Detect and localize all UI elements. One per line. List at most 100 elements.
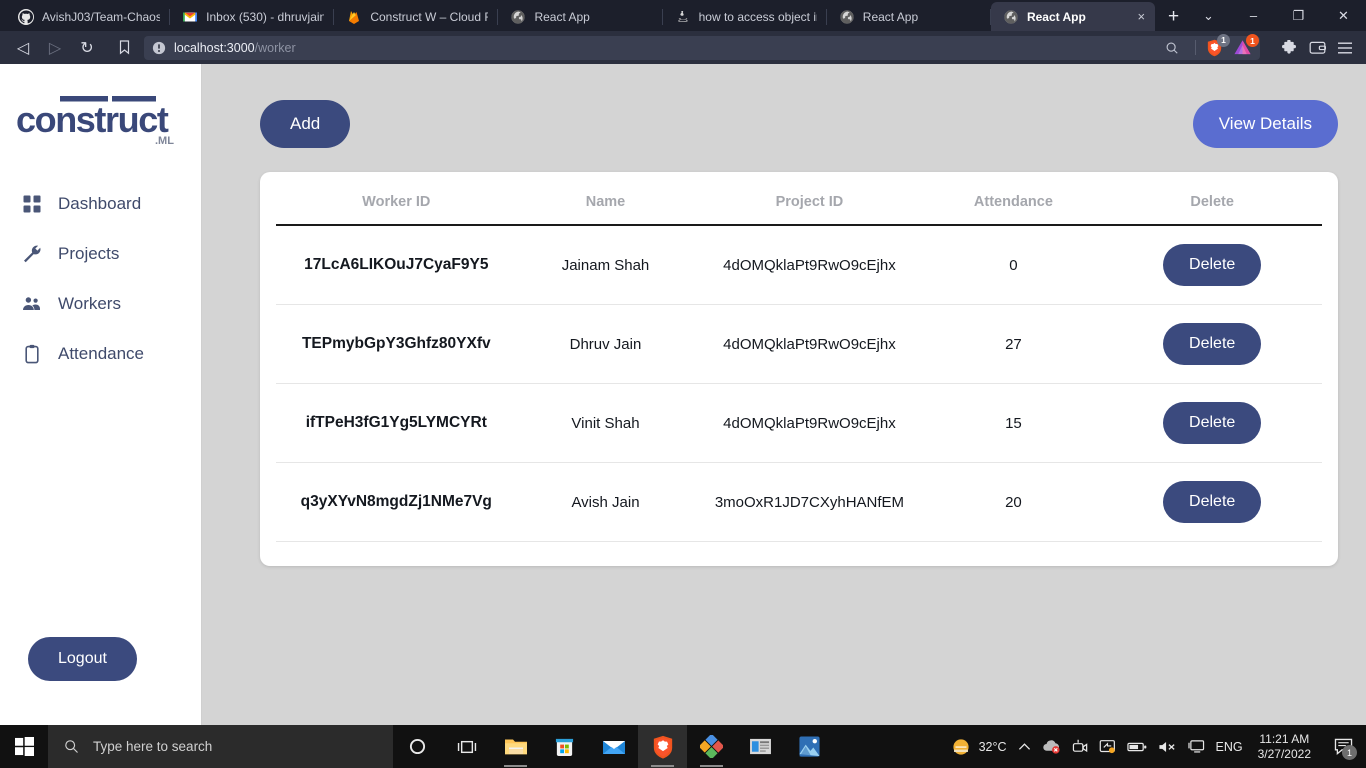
tab-search-icon[interactable]: ⌄ xyxy=(1186,0,1231,31)
table-head: Worker ID Name Project ID Attendance Del… xyxy=(276,172,1322,225)
delete-button[interactable]: Delete xyxy=(1163,323,1262,365)
sidebar-item-label: Dashboard xyxy=(58,194,142,213)
monitor-icon xyxy=(1187,740,1204,753)
svg-text:construct: construct xyxy=(16,99,169,140)
globe-icon xyxy=(840,9,854,24)
news-widget-icon xyxy=(750,738,771,755)
language-indicator[interactable]: ENG xyxy=(1216,740,1243,754)
battery-icon xyxy=(1126,742,1146,751)
shield-badge-count: 1 xyxy=(1217,33,1230,47)
logout-container: Logout xyxy=(0,637,201,725)
firebase-icon xyxy=(349,10,360,24)
camera-privacy-icon[interactable] xyxy=(1072,739,1088,754)
windows-taskbar: Type here to search 32°C ENG 11:21 AM 3/… xyxy=(0,725,1366,768)
cell-project-id: 4dOMQklaPt9RwO9cEjhx xyxy=(694,304,925,384)
sidebar-item-workers[interactable]: Workers xyxy=(0,290,201,318)
file-explorer-icon xyxy=(504,739,527,755)
table-body: 17LcA6LIKOuJ7CyaF9Y5 Jainam Shah 4dOMQkl… xyxy=(276,225,1322,542)
column-header-delete: Delete xyxy=(1190,194,1234,210)
browser-tab-2[interactable]: Construct W – Cloud Fi xyxy=(334,2,499,31)
forward-icon[interactable]: ▷ xyxy=(40,35,70,61)
sidebar-item-dashboard[interactable]: Dashboard xyxy=(0,190,201,218)
delete-button[interactable]: Delete xyxy=(1163,244,1262,286)
maximize-icon[interactable]: ❐ xyxy=(1276,0,1321,31)
minimize-icon[interactable]: – xyxy=(1231,0,1276,31)
weather-widget[interactable]: 32°C xyxy=(951,737,1007,757)
menu-hamburger-icon[interactable] xyxy=(1332,35,1358,61)
cloud-error-icon xyxy=(1042,740,1060,754)
logout-button[interactable]: Logout xyxy=(28,637,137,681)
news-widget-button[interactable] xyxy=(736,725,785,768)
mail-button[interactable] xyxy=(589,725,638,768)
globe-icon xyxy=(1004,9,1018,24)
windows-start-icon xyxy=(14,737,34,756)
taskbar-clock[interactable]: 11:21 AM 3/27/2022 xyxy=(1254,732,1315,762)
java-icon xyxy=(677,10,688,22)
browser-tab-1[interactable]: Inbox (530) - dhruvjain xyxy=(170,2,335,31)
browser-tab-3[interactable]: React App xyxy=(498,2,663,31)
cortana-button[interactable] xyxy=(393,725,442,768)
browser-window: AvishJ03/Team-Chaos Inbox (530) - dhruvj… xyxy=(0,0,1366,768)
task-view-icon xyxy=(457,740,476,753)
browser-tab-4[interactable]: how to access object in xyxy=(663,2,827,31)
svg-text:.ML: .ML xyxy=(155,135,174,147)
brave-shields-button[interactable]: 1 xyxy=(1206,33,1230,57)
microsoft-store-button[interactable] xyxy=(540,725,589,768)
address-bar-actions: 1 1 xyxy=(1159,33,1259,61)
cell-delete: Delete xyxy=(1102,304,1322,384)
brave-rewards-button[interactable]: 1 xyxy=(1233,34,1259,56)
browser-tab-5[interactable]: React App xyxy=(827,2,992,31)
search-icon xyxy=(65,740,78,753)
new-tab-button[interactable]: + xyxy=(1161,3,1186,31)
onedrive-status-icon[interactable] xyxy=(1042,739,1061,754)
cell-worker-id: TEPmybGpY3Ghfz80YXfv xyxy=(276,304,517,384)
bookmark-icon[interactable] xyxy=(110,35,138,61)
extensions-puzzle-icon[interactable] xyxy=(1276,35,1302,61)
app-sidebar: construct .ML Dashboard Projects Workers xyxy=(0,64,202,725)
speaker-muted-icon xyxy=(1158,741,1175,752)
sidebar-item-projects[interactable]: Projects xyxy=(0,240,201,268)
browser-tab-6-active[interactable]: React App × xyxy=(990,2,1156,31)
search-icon[interactable] xyxy=(1159,35,1185,61)
vscode-button[interactable] xyxy=(687,725,736,768)
sidebar-item-attendance[interactable]: Attendance xyxy=(0,340,201,368)
show-hidden-icons-button[interactable] xyxy=(1018,742,1031,752)
browser-tab-0[interactable]: AvishJ03/Team-Chaos xyxy=(6,2,171,31)
cell-attendance: 15 xyxy=(924,383,1103,463)
grid-icon xyxy=(23,195,41,213)
close-window-icon[interactable]: ✕ xyxy=(1321,0,1366,31)
brave-browser-button[interactable] xyxy=(638,725,687,768)
taskbar-search[interactable]: Type here to search xyxy=(48,725,393,768)
gmail-icon xyxy=(183,12,198,21)
address-bar[interactable]: localhost:3000/worker 1 1 xyxy=(144,33,1260,61)
volume-icon[interactable] xyxy=(1158,740,1177,754)
clipboard-icon xyxy=(25,344,39,364)
battery-icon[interactable] xyxy=(1126,741,1147,753)
network-display-icon[interactable] xyxy=(1187,739,1205,754)
notification-center-button[interactable]: 1 xyxy=(1326,725,1360,768)
wallet-icon[interactable] xyxy=(1304,35,1330,61)
info-warning-icon[interactable] xyxy=(152,41,166,55)
column-header-project-id: Project ID xyxy=(775,194,844,210)
photos-icon xyxy=(799,736,820,757)
weather-sun-icon xyxy=(952,738,969,755)
file-explorer-button[interactable] xyxy=(491,725,540,768)
sidebar-nav: Dashboard Projects Workers Attendance xyxy=(0,190,201,368)
people-icon xyxy=(23,297,40,310)
task-view-button[interactable] xyxy=(442,725,491,768)
start-button[interactable] xyxy=(0,725,48,768)
camera-icon xyxy=(1072,739,1087,753)
delete-button[interactable]: Delete xyxy=(1163,402,1262,444)
tab-title: React App xyxy=(1026,9,1086,24)
delete-button[interactable]: Delete xyxy=(1163,481,1262,523)
add-button[interactable]: Add xyxy=(260,100,351,148)
display-settings-icon[interactable] xyxy=(1099,739,1116,754)
clock-time: 11:21 AM xyxy=(1259,731,1310,746)
action-bar: Add View Details xyxy=(260,100,1338,148)
view-details-button[interactable]: View Details xyxy=(1192,100,1338,148)
photos-button[interactable] xyxy=(785,725,834,768)
reload-icon[interactable]: ↻ xyxy=(72,35,102,61)
close-icon[interactable]: × xyxy=(1138,10,1146,23)
back-icon[interactable]: ◁ xyxy=(8,35,38,61)
construct-logo: construct .ML xyxy=(0,84,201,148)
